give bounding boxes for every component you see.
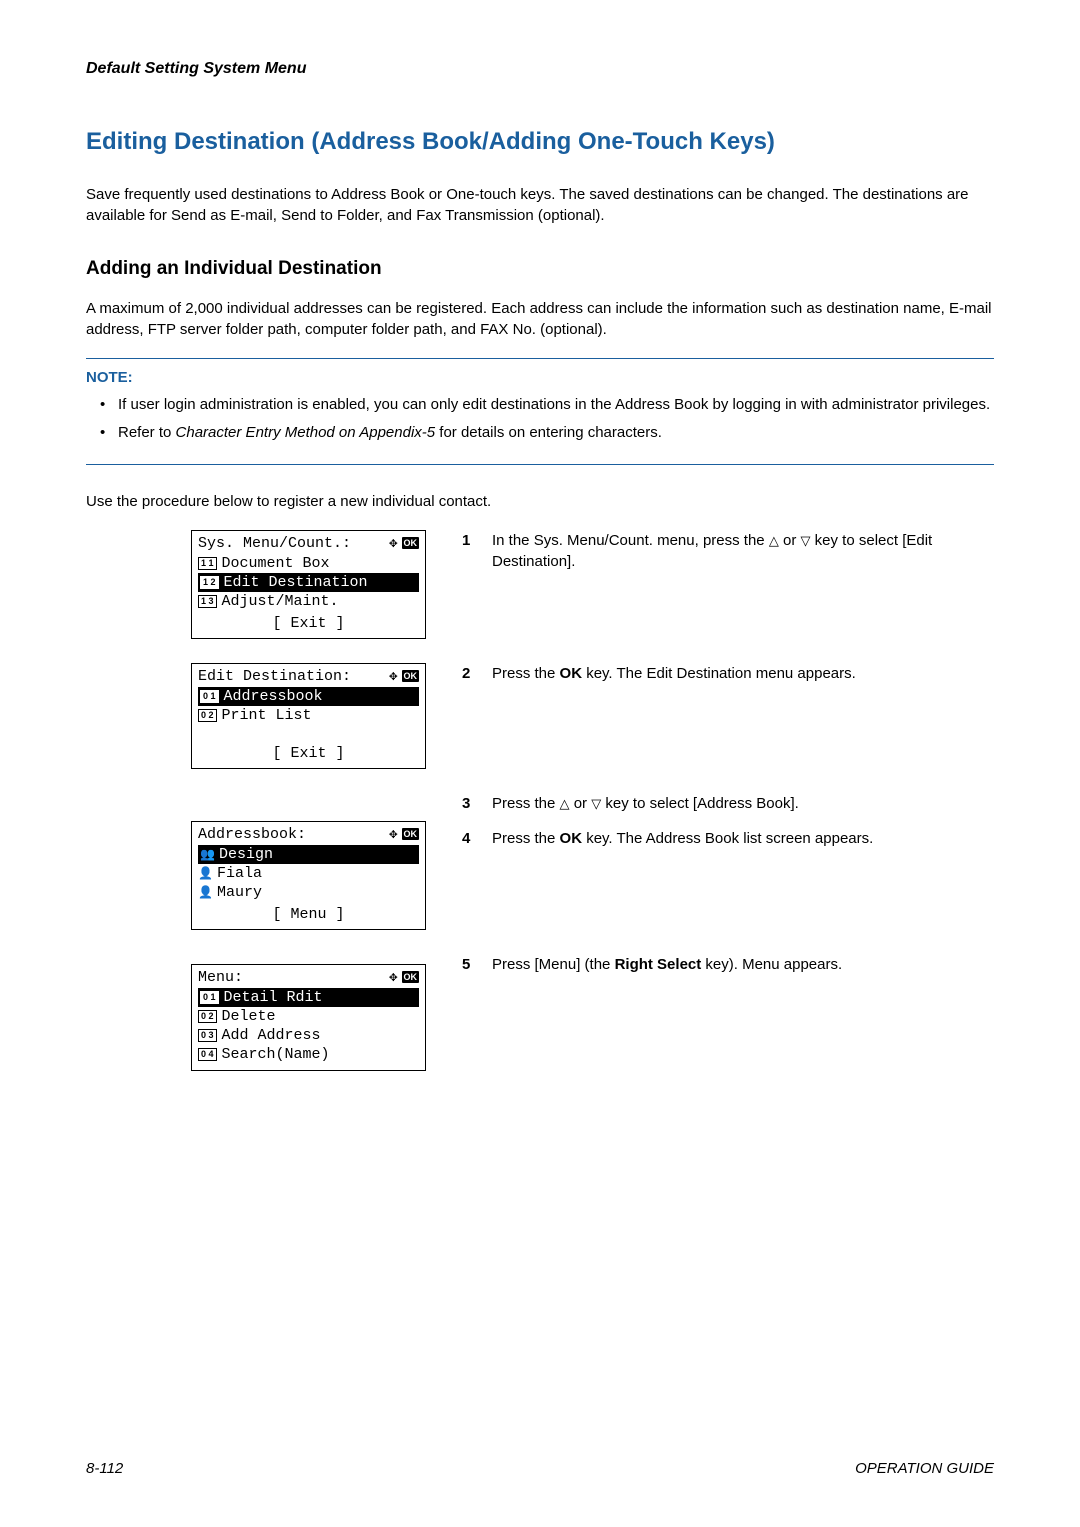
softkey-exit: [ Exit ] [272, 745, 344, 762]
row-text: Detail Rdit [224, 989, 323, 1006]
ok-icon: OK [402, 537, 420, 549]
footer-guide-label: OPERATION GUIDE [855, 1460, 994, 1477]
page-title: Editing Destination (Address Book/Adding… [86, 128, 994, 156]
step-number: 3 [462, 793, 492, 815]
row-number-badge: 0 1 [200, 991, 219, 1004]
lcd-screen-edit-destination: Edit Destination: ✥ OK 0 1 Addressbook 0… [191, 663, 426, 769]
person-icon: 👤 [198, 866, 212, 881]
lcd-row-selected: 1 2 Edit Destination [198, 573, 419, 592]
lcd-row: 0 2 Print List [198, 706, 419, 725]
note-label: NOTE: [86, 369, 994, 386]
ok-icon: OK [402, 670, 420, 682]
lcd-row: 1 3 Adjust/Maint. [198, 592, 419, 611]
row-text: Delete [222, 1008, 276, 1025]
lcd-row: 👤 Maury [198, 883, 419, 902]
lcd-title: Edit Destination: [198, 668, 389, 685]
note-block: NOTE: If user login administration is en… [86, 358, 994, 465]
ok-icon: OK [402, 828, 420, 840]
intro-paragraph: Save frequently used destinations to Add… [86, 184, 994, 226]
lcd-row: 1 1 Document Box [198, 554, 419, 573]
nav-arrows-icon: ✥ [389, 535, 397, 552]
lcd-title: Sys. Menu/Count.: [198, 535, 389, 552]
lcd-row-selected: 👥 Design [198, 845, 419, 864]
down-triangle-icon: ▽ [801, 533, 811, 548]
nav-arrows-icon: ✥ [389, 826, 397, 843]
row-text: Design [219, 846, 273, 863]
lcd-row-selected: 0 1 Addressbook [198, 687, 419, 706]
step-number: 2 [462, 663, 492, 685]
step-number: 5 [462, 954, 492, 976]
section-header: Default Setting System Menu [86, 60, 994, 78]
row-number-badge: 1 1 [198, 557, 217, 570]
step-number: 1 [462, 530, 492, 574]
row-text: Fiala [217, 865, 262, 882]
down-triangle-icon: ▽ [591, 796, 601, 811]
person-icon: 👤 [198, 885, 212, 900]
step-number: 4 [462, 828, 492, 850]
page-number: 8-112 [86, 1460, 123, 1477]
row-number-badge: 0 2 [198, 709, 217, 722]
row-text: Adjust/Maint. [222, 593, 339, 610]
subheading: Adding an Individual Destination [86, 258, 994, 280]
row-number-badge: 0 1 [200, 690, 219, 703]
row-number-badge: 0 3 [198, 1029, 217, 1042]
note-item: If user login administration is enabled,… [100, 394, 994, 416]
row-number-badge: 1 3 [198, 595, 217, 608]
lcd-row-selected: 0 1 Detail Rdit [198, 988, 419, 1007]
up-triangle-icon: △ [560, 796, 570, 811]
lcd-title: Menu: [198, 969, 389, 986]
row-text: Search(Name) [222, 1046, 330, 1063]
ok-icon: OK [402, 971, 420, 983]
row-text: Addressbook [224, 688, 323, 705]
row-number-badge: 1 2 [200, 576, 219, 589]
row-text: Add Address [222, 1027, 321, 1044]
step-text: Press the △ or ▽ key to select [Address … [492, 793, 994, 815]
lcd-row: 0 4 Search(Name) [198, 1045, 419, 1064]
up-triangle-icon: △ [769, 533, 779, 548]
step-text: Press the OK key. The Edit Destination m… [492, 663, 994, 685]
lcd-row: 0 3 Add Address [198, 1026, 419, 1045]
lcd-title: Addressbook: [198, 826, 389, 843]
softkey-exit: [ Exit ] [272, 615, 344, 632]
nav-arrows-icon: ✥ [389, 668, 397, 685]
row-text: Print List [222, 707, 312, 724]
row-text: Document Box [222, 555, 330, 572]
lcd-screen-menu: Menu: ✥ OK 0 1 Detail Rdit 0 2 Delete 0 … [191, 964, 426, 1071]
body-paragraph: A maximum of 2,000 individual addresses … [86, 298, 994, 340]
lcd-screen-addressbook: Addressbook: ✥ OK 👥 Design 👤 Fiala 👤 [191, 821, 426, 930]
row-number-badge: 0 2 [198, 1010, 217, 1023]
lcd-row: 0 2 Delete [198, 1007, 419, 1026]
page-footer: 8-112 OPERATION GUIDE [86, 1460, 994, 1477]
step-text: Press [Menu] (the Right Select key). Men… [492, 954, 994, 976]
softkey-menu: [ Menu ] [272, 906, 344, 923]
step-text: In the Sys. Menu/Count. menu, press the … [492, 530, 994, 574]
lcd-row: 👤 Fiala [198, 864, 419, 883]
row-number-badge: 0 4 [198, 1048, 217, 1061]
step-text: Press the OK key. The Address Book list … [492, 828, 994, 850]
row-text: Edit Destination [224, 574, 368, 591]
group-icon: 👥 [200, 847, 214, 862]
note-list: If user login administration is enabled,… [86, 394, 994, 444]
note-item: Refer to Character Entry Method on Appen… [100, 422, 994, 444]
lcd-screen-sys-menu: Sys. Menu/Count.: ✥ OK 1 1 Document Box … [191, 530, 426, 639]
nav-arrows-icon: ✥ [389, 969, 397, 986]
procedure-intro: Use the procedure below to register a ne… [86, 491, 994, 512]
row-text: Maury [217, 884, 262, 901]
